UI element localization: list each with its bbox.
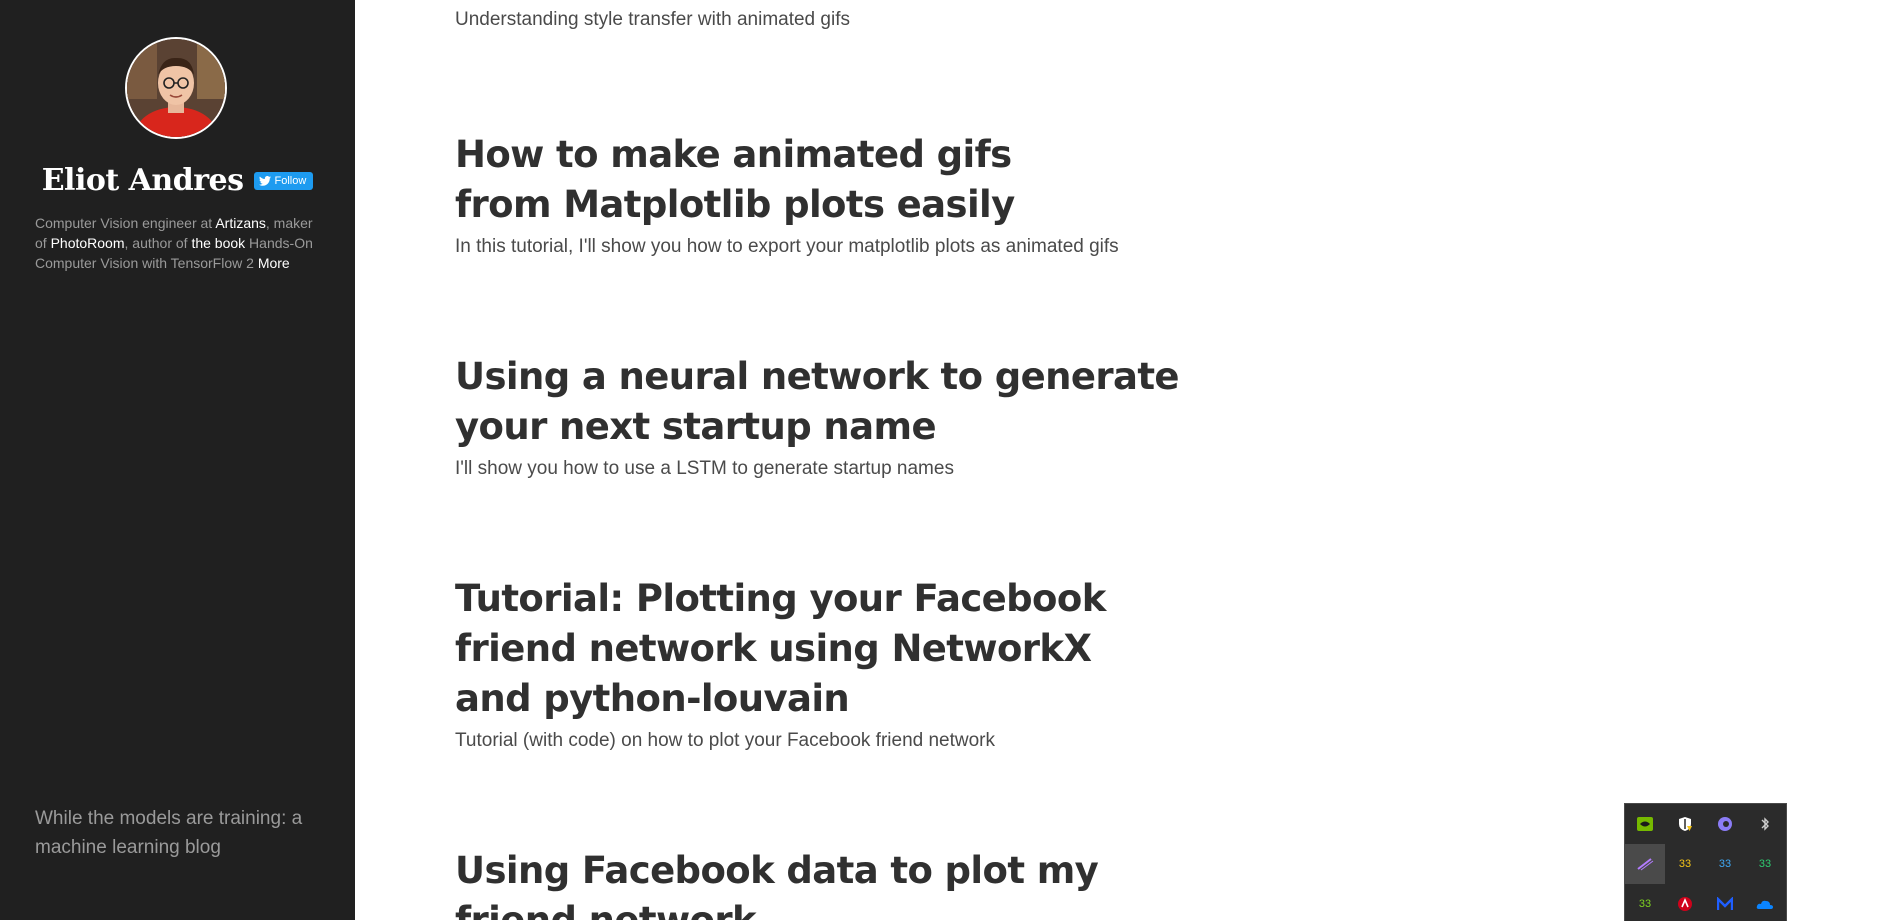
tray-icon-onedrive[interactable] bbox=[1745, 884, 1785, 924]
tray-icon-antivirus[interactable] bbox=[1665, 884, 1705, 924]
artizans-link[interactable]: Artizans bbox=[215, 215, 266, 231]
post-excerpt: Tutorial (with code) on how to plot your… bbox=[455, 730, 996, 751]
author-name[interactable]: Eliot Andres bbox=[42, 163, 244, 198]
onedrive-icon bbox=[1756, 900, 1773, 909]
post-excerpt: I'll show you how to use a LSTM to gener… bbox=[455, 458, 954, 479]
bluetooth-icon bbox=[1761, 817, 1769, 831]
temperature-icon-3: 33 bbox=[1758, 858, 1772, 870]
tray-icon-shield[interactable] bbox=[1665, 804, 1705, 844]
temperature-icon-1: 33 bbox=[1678, 858, 1692, 870]
post-excerpt: Understanding style transfer with animat… bbox=[455, 9, 850, 30]
tray-icon-bluetooth[interactable] bbox=[1745, 804, 1785, 844]
malwarebytes-icon bbox=[1717, 897, 1733, 910]
photoroom-link[interactable]: PhotoRoom bbox=[51, 235, 125, 251]
tray-temp-1[interactable]: 33 bbox=[1665, 844, 1705, 884]
bio-text: , author of bbox=[124, 235, 192, 251]
tray-icon-nvidia[interactable] bbox=[1625, 804, 1665, 844]
shield-warning-icon bbox=[1679, 817, 1692, 831]
avatar[interactable] bbox=[125, 37, 227, 139]
post-item: Using Facebook data to plot my friend ne… bbox=[455, 846, 1215, 920]
nvidia-icon bbox=[1637, 817, 1653, 831]
author-row: Eliot Andres Follow bbox=[0, 163, 355, 198]
system-tray-overflow: 33 33 33 33 bbox=[1624, 803, 1787, 921]
twitter-icon bbox=[258, 175, 271, 186]
post-excerpt: In this tutorial, I'll show you how to e… bbox=[455, 236, 1119, 257]
twitter-follow-button[interactable]: Follow bbox=[253, 171, 314, 190]
post-title[interactable]: Tutorial: Plotting your Facebook friend … bbox=[455, 574, 1155, 724]
pen-tablet-icon bbox=[1637, 858, 1654, 871]
antivirus-icon bbox=[1678, 897, 1692, 911]
blog-tagline: While the models are training: a machine… bbox=[35, 808, 303, 858]
author-bio: Computer Vision engineer at Artizans, ma… bbox=[35, 213, 325, 273]
post-title[interactable]: Using a neural network to generate your … bbox=[455, 352, 1195, 452]
tray-icon-pen[interactable] bbox=[1625, 844, 1665, 884]
browser-icon bbox=[1718, 817, 1732, 831]
tray-temp-4[interactable]: 33 bbox=[1625, 884, 1665, 924]
post-title[interactable]: How to make animated gifs from Matplotli… bbox=[455, 130, 1055, 230]
post-item: How to make animated gifs from Matplotli… bbox=[455, 130, 1215, 260]
tray-icon-browser[interactable] bbox=[1705, 804, 1745, 844]
post-title[interactable]: Using Facebook data to plot my friend ne… bbox=[455, 846, 1155, 920]
book-link[interactable]: the book bbox=[191, 235, 245, 251]
temperature-icon-2: 33 bbox=[1718, 858, 1732, 870]
post-item: Tutorial: Plotting your Facebook friend … bbox=[455, 574, 1215, 754]
post-item: Understanding style transfer with animat… bbox=[455, 0, 1215, 47]
temperature-icon-4: 33 bbox=[1638, 898, 1652, 910]
tray-temp-3[interactable]: 33 bbox=[1745, 844, 1785, 884]
tray-temp-2[interactable]: 33 bbox=[1705, 844, 1745, 884]
bio-text: Computer Vision engineer at bbox=[35, 215, 216, 231]
sidebar: Eliot Andres Follow Computer Vision engi… bbox=[0, 0, 355, 920]
more-link[interactable]: More bbox=[258, 255, 290, 271]
post-item: Using a neural network to generate your … bbox=[455, 352, 1215, 482]
follow-label: Follow bbox=[274, 174, 307, 187]
tray-icon-malwarebytes[interactable] bbox=[1705, 884, 1745, 924]
